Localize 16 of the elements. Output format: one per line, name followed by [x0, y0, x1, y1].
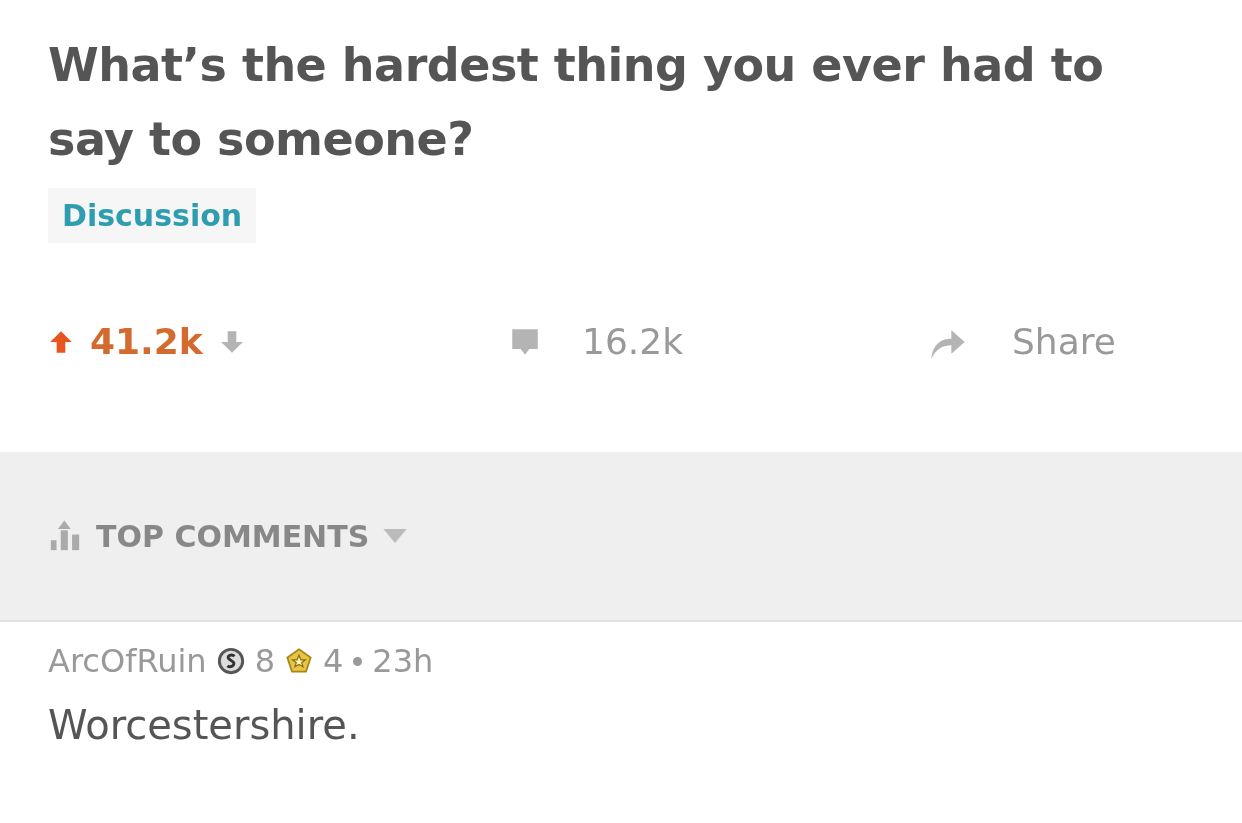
award-count: 4: [323, 642, 344, 680]
comment-author[interactable]: ArcOfRuin: [48, 642, 207, 680]
vote-score: 41.2k: [90, 321, 203, 362]
award-count: 8: [254, 642, 275, 680]
s-coin-award-icon: [216, 647, 245, 675]
star-award-icon: [285, 647, 313, 675]
comment-body: Worcestershire.: [48, 702, 361, 748]
share-button[interactable]: Share: [928, 321, 1116, 362]
comment-count: 16.2k: [582, 321, 683, 362]
post-title: What’s the hardest thing you ever had to say to someone?: [48, 37, 1105, 168]
comment-age: 23h: [372, 642, 434, 680]
separator-dot: [353, 656, 363, 666]
flair-tag[interactable]: Discussion: [48, 188, 257, 243]
caret-icon: [383, 529, 408, 543]
bar-chart-icon: [48, 519, 82, 553]
sort-dropdown[interactable]: TOP COMMENTS: [48, 518, 408, 554]
